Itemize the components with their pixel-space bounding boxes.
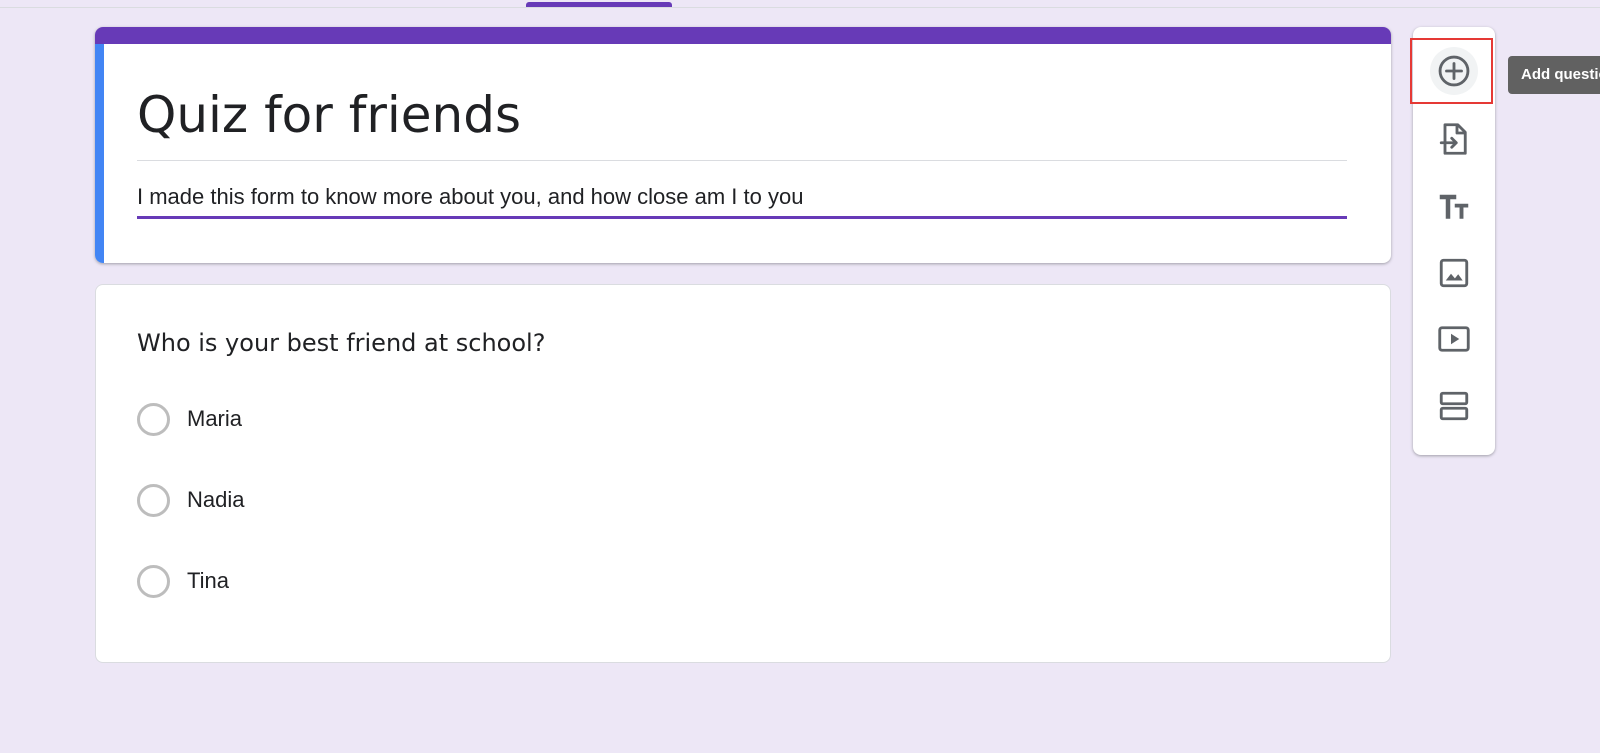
radio-button[interactable] bbox=[137, 564, 170, 598]
add-question-tooltip: Add question bbox=[1508, 56, 1600, 94]
question-title[interactable]: Who is your best friend at school? bbox=[137, 329, 545, 357]
side-toolbar bbox=[1413, 27, 1495, 455]
forms-editor: Quiz for friends I made this form to kno… bbox=[0, 0, 1600, 753]
form-header-card[interactable]: Quiz for friends I made this form to kno… bbox=[95, 27, 1391, 263]
description-focus-underline bbox=[137, 216, 1347, 219]
option-tina[interactable]: Tina bbox=[137, 564, 229, 598]
top-divider bbox=[0, 0, 1600, 8]
option-maria[interactable]: Maria bbox=[137, 402, 242, 436]
add-section-icon bbox=[1439, 391, 1469, 421]
header-accent-bar bbox=[95, 27, 1391, 44]
radio-button[interactable] bbox=[137, 483, 170, 517]
option-label: Maria bbox=[187, 406, 243, 431]
form-title-input[interactable]: Quiz for friends bbox=[137, 85, 1347, 145]
add-section-button[interactable] bbox=[1430, 382, 1478, 430]
import-questions-button[interactable] bbox=[1430, 115, 1478, 163]
radio-button[interactable] bbox=[137, 402, 170, 436]
add-video-button[interactable] bbox=[1430, 315, 1478, 363]
active-tab-indicator bbox=[526, 2, 672, 7]
question-card[interactable]: Who is your best friend at school? Maria… bbox=[95, 284, 1391, 663]
title-underline bbox=[137, 160, 1347, 161]
selected-card-indicator bbox=[95, 44, 104, 263]
add-video-icon bbox=[1438, 326, 1470, 352]
add-question-button[interactable] bbox=[1430, 47, 1478, 95]
import-questions-icon bbox=[1439, 123, 1467, 155]
option-label: Nadia bbox=[187, 487, 245, 512]
option-nadia[interactable]: Nadia bbox=[137, 483, 244, 517]
add-circle-icon bbox=[1438, 55, 1470, 87]
add-image-icon bbox=[1439, 258, 1469, 288]
add-title-icon bbox=[1439, 194, 1469, 219]
add-image-button[interactable] bbox=[1430, 249, 1478, 297]
add-title-description-button[interactable] bbox=[1430, 182, 1478, 230]
form-description-input[interactable]: I made this form to know more about you,… bbox=[137, 183, 1347, 212]
option-label: Tina bbox=[187, 568, 229, 593]
